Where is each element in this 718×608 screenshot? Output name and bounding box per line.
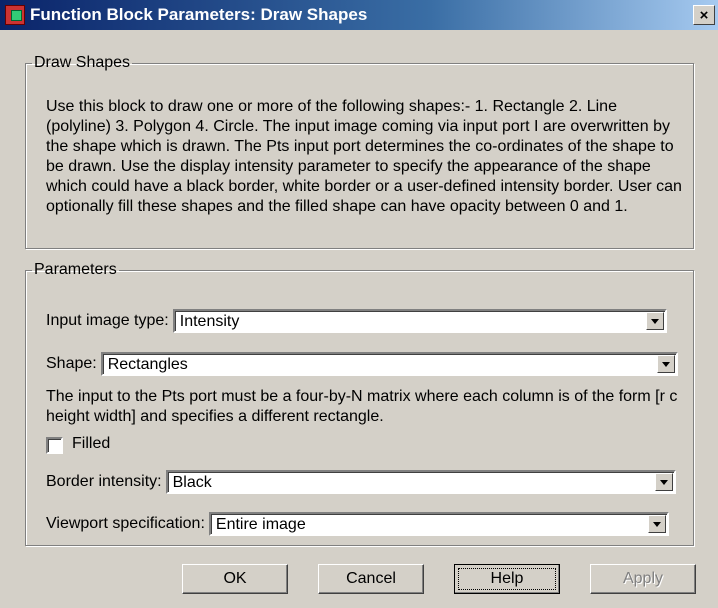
viewport-dropdown[interactable]: Entire image: [208, 512, 669, 536]
title-bar: Function Block Parameters: Draw Shapes ×: [0, 0, 718, 30]
viewport-value: Entire image: [215, 516, 306, 533]
block-description: Use this block to draw one or more of th…: [46, 98, 682, 215]
border-intensity-dropdown[interactable]: Black: [165, 470, 676, 494]
chevron-down-icon[interactable]: [647, 515, 666, 533]
border-intensity-label: Border intensity:: [46, 473, 162, 490]
cancel-button[interactable]: Cancel: [318, 564, 424, 594]
close-button[interactable]: ×: [693, 5, 715, 25]
input-image-type-dropdown[interactable]: Intensity: [172, 309, 667, 333]
description-group: Draw Shapes Use this block to draw one o…: [25, 54, 694, 249]
viewport-label: Viewport specification:: [46, 515, 205, 532]
pts-port-note: The input to the Pts port must be a four…: [46, 388, 678, 425]
window-title: Function Block Parameters: Draw Shapes: [30, 5, 368, 24]
description-group-legend: Draw Shapes: [34, 54, 131, 71]
chevron-down-icon[interactable]: [654, 473, 673, 491]
input-image-type-label: Input image type:: [46, 312, 169, 329]
shape-row: Shape: Rectangles: [46, 352, 678, 376]
shape-value: Rectangles: [107, 356, 188, 373]
viewport-row: Viewport specification: Entire image: [46, 512, 669, 536]
border-intensity-value: Black: [172, 474, 212, 491]
input-image-type-value: Intensity: [179, 313, 240, 330]
input-image-type-row: Input image type: Intensity: [46, 309, 667, 333]
parameters-group-legend: Parameters: [34, 261, 117, 278]
ok-button[interactable]: OK: [182, 564, 288, 594]
help-button[interactable]: Help: [454, 564, 560, 594]
chevron-down-icon[interactable]: [656, 355, 675, 373]
parameters-group: Parameters Input image type: Intensity S…: [25, 261, 694, 546]
simulink-block-icon: [5, 5, 25, 25]
shape-dropdown[interactable]: Rectangles: [100, 352, 678, 376]
filled-checkbox[interactable]: [46, 437, 63, 454]
border-intensity-row: Border intensity: Black: [46, 470, 676, 494]
chevron-down-icon[interactable]: [645, 312, 664, 330]
apply-button[interactable]: Apply: [590, 564, 696, 594]
filled-label: Filled: [72, 435, 111, 452]
shape-label: Shape:: [46, 355, 97, 372]
